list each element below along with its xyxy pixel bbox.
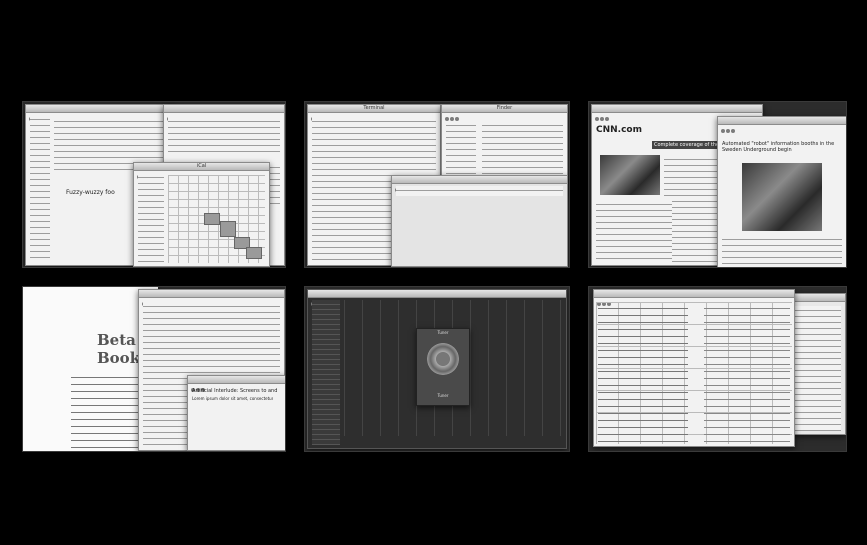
info-lines [396, 186, 563, 196]
browser-window-article[interactable]: Automated "robot" information booths in … [717, 116, 846, 267]
window-title: iCal [196, 163, 207, 169]
tuner-dialog-title: Tuner [437, 330, 449, 335]
window-controls[interactable] [595, 106, 610, 125]
code-lines [168, 117, 280, 155]
space-3[interactable]: CNN.com Complete coverage of the con Aut… [588, 101, 847, 268]
sidebar-list [30, 115, 50, 262]
tuner-button[interactable]: Tuner [417, 393, 469, 398]
title-bar[interactable] [718, 117, 846, 133]
news-photo[interactable] [600, 155, 660, 195]
space-5[interactable]: Tuner Tuner [304, 286, 570, 452]
space-2[interactable]: Terminal Finder [304, 101, 570, 268]
title-bar[interactable] [592, 105, 762, 121]
cell-text-col2 [704, 304, 790, 443]
title-bar[interactable] [164, 105, 284, 121]
title-bar[interactable] [594, 290, 794, 306]
dialog-body: Lorem ipsum dolor sit amet, consectetur [192, 396, 274, 401]
calendar-event[interactable] [220, 221, 236, 237]
title-bar[interactable]: Finder [442, 105, 567, 121]
title-bar[interactable] [188, 376, 285, 392]
tuner-dialog[interactable]: Tuner Tuner [416, 328, 470, 406]
cell-text-col1 [598, 304, 688, 443]
title-bar[interactable] [308, 290, 566, 306]
article-body-lines [722, 235, 842, 264]
title-bar[interactable]: iCal [134, 163, 269, 179]
article-lines-2 [596, 200, 672, 262]
spreadsheet-window[interactable] [593, 289, 795, 447]
site-logo[interactable]: CNN.com [596, 125, 642, 135]
window-title: Finder [496, 105, 513, 111]
editor-dialog-window[interactable]: Artificial Interlude: Screens to and Lor… [187, 375, 285, 451]
window-controls[interactable] [721, 118, 736, 137]
article-photo[interactable] [742, 163, 822, 231]
space-6[interactable] [588, 286, 847, 452]
calendar-event[interactable] [204, 213, 220, 225]
dialog-heading: Artificial Interlude: Screens to and [192, 388, 278, 394]
calendar-event[interactable] [246, 247, 262, 259]
window-title: Terminal [363, 105, 385, 111]
beta-book-logo-line1: Beta [97, 331, 136, 349]
document-text: Fuzzy-wuzzy foo [66, 189, 115, 196]
space-1[interactable]: Fuzzy-wuzzy foo iCal [22, 101, 286, 268]
mixer-strip[interactable] [312, 300, 340, 445]
title-bar[interactable] [26, 105, 176, 121]
info-window[interactable] [391, 175, 568, 267]
tuner-dial-icon[interactable] [427, 343, 459, 375]
calendar-list [138, 173, 164, 263]
title-bar[interactable] [139, 290, 284, 306]
daw-window[interactable]: Tuner Tuner [307, 289, 567, 449]
article-headline: Automated "robot" information booths in … [722, 141, 835, 153]
title-bar[interactable]: Terminal [308, 105, 440, 121]
calendar-window[interactable]: iCal [133, 162, 270, 267]
space-4[interactable]: Beta Book Artificial Interlude: Screens … [22, 286, 286, 452]
title-bar[interactable] [392, 176, 567, 192]
beta-book-logo-line2: Book [97, 349, 141, 367]
